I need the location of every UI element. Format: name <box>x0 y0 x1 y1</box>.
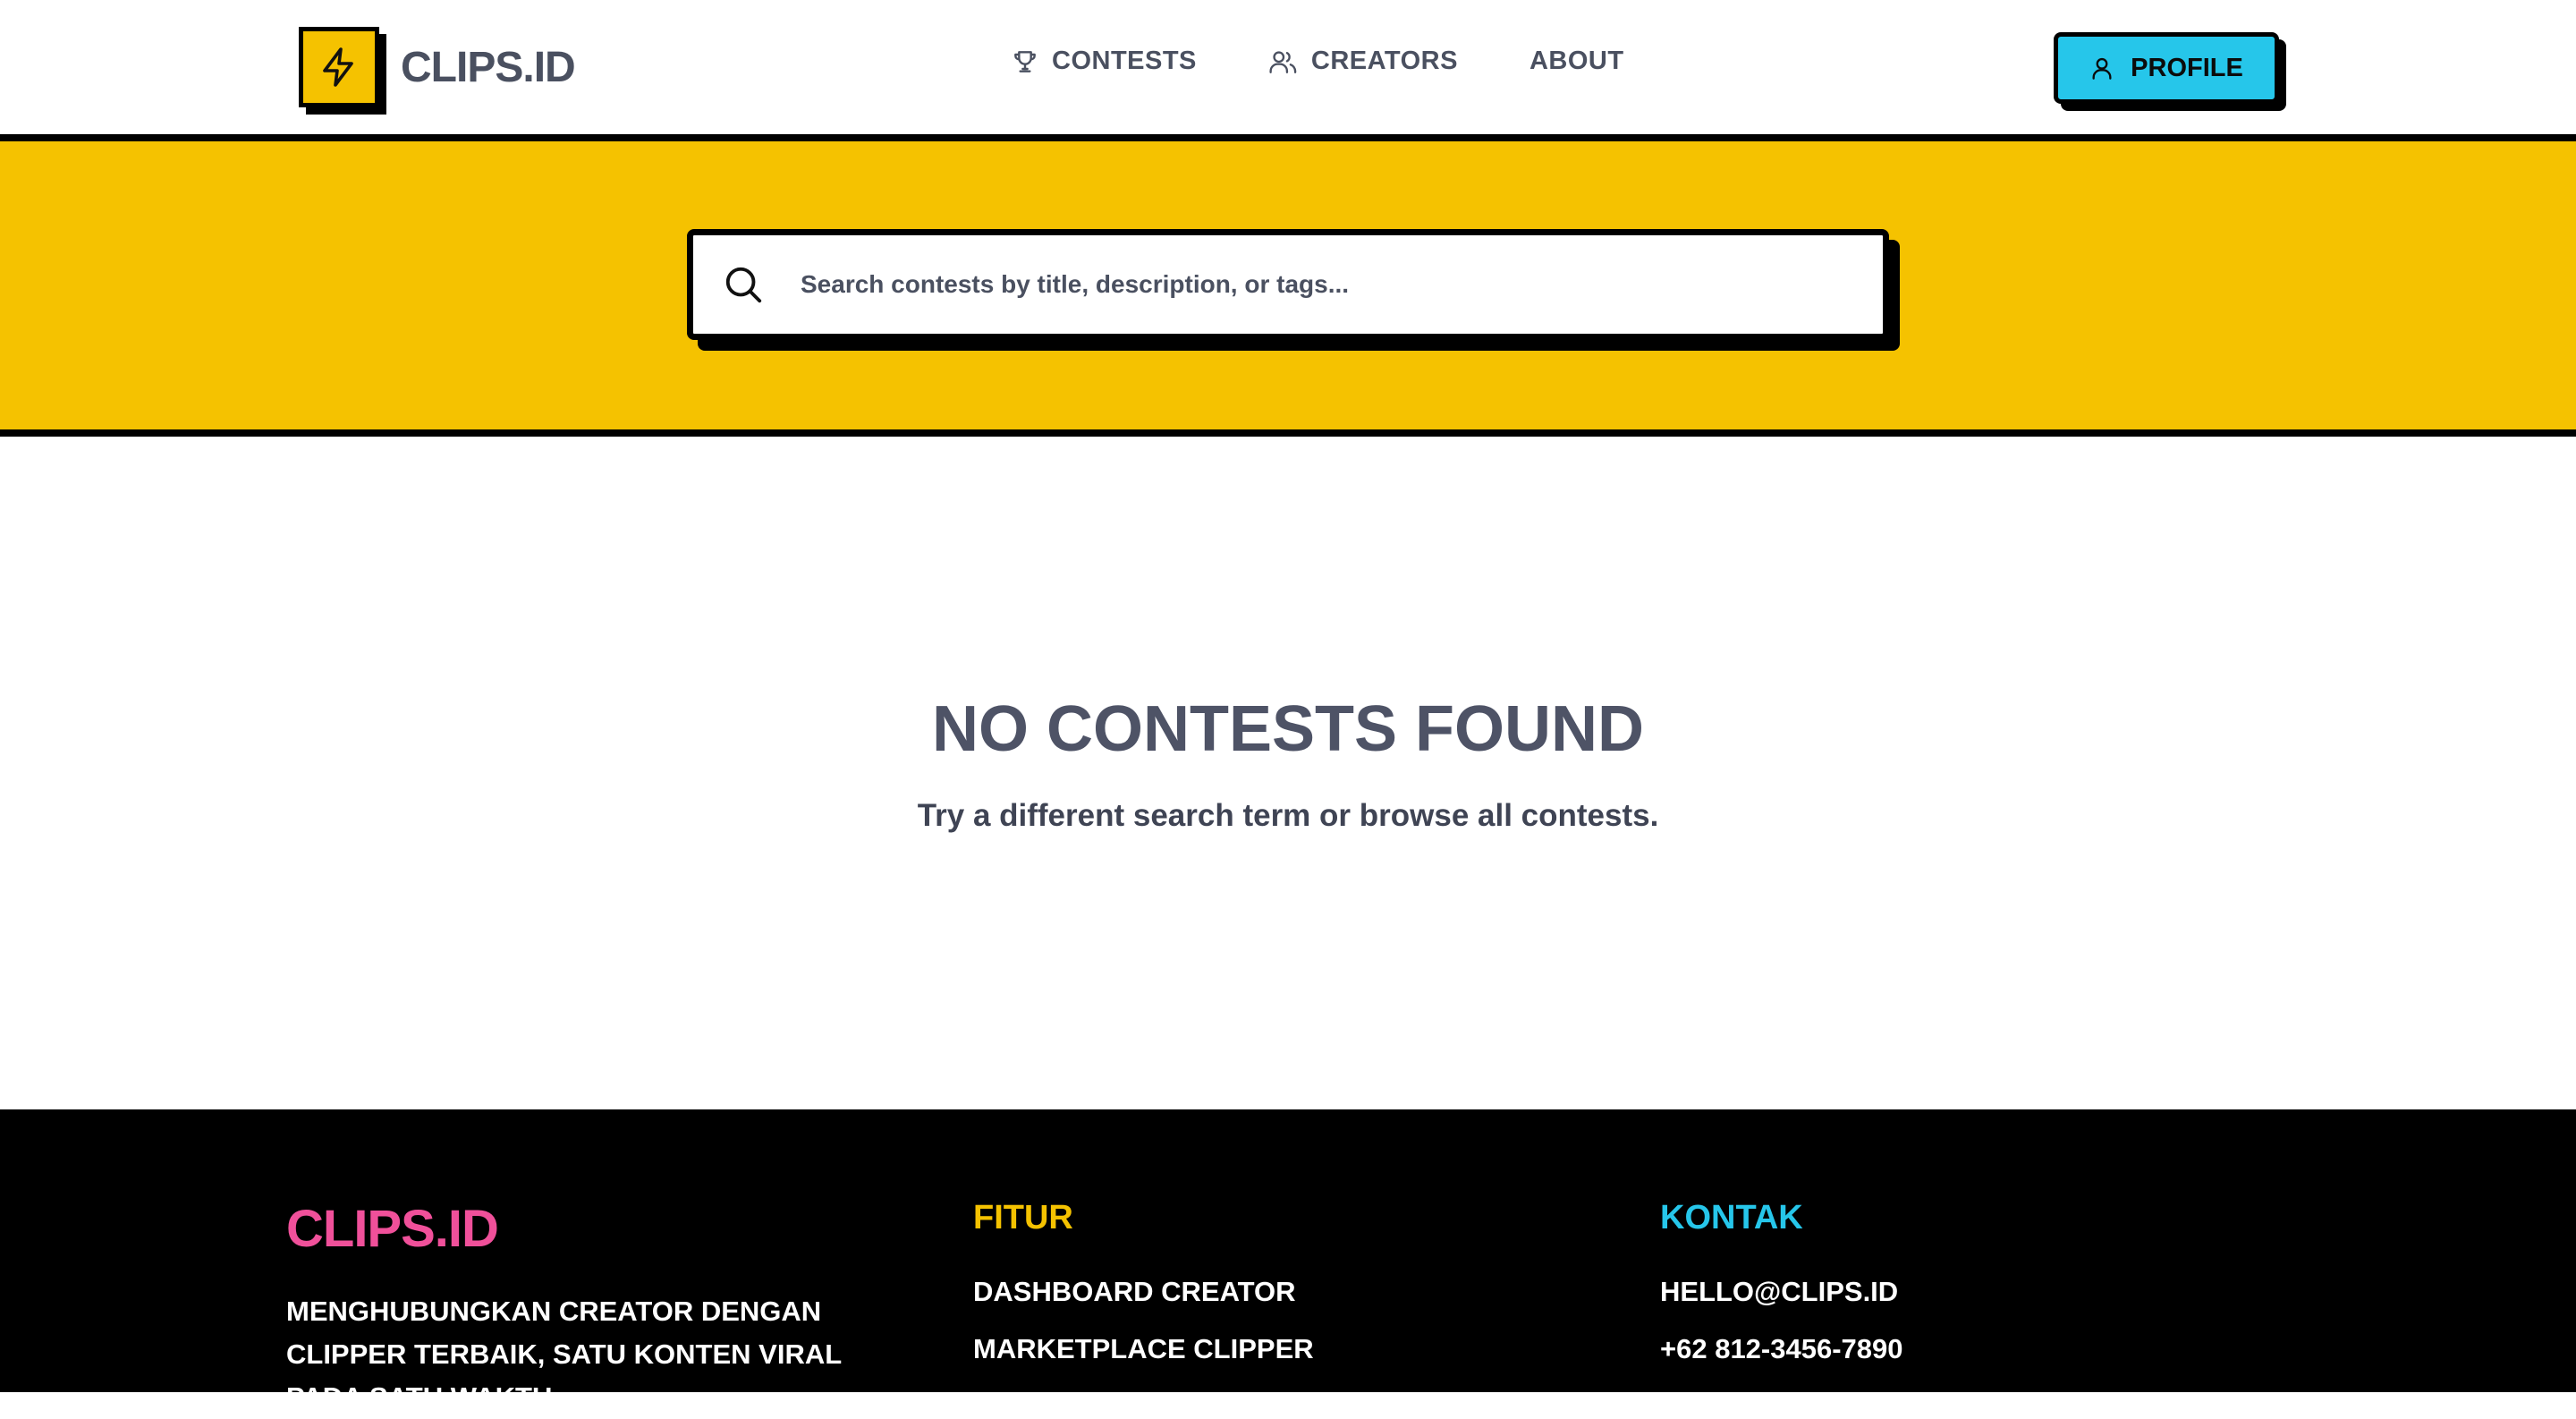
search-input[interactable] <box>799 269 1854 300</box>
trophy-icon <box>1014 50 1036 72</box>
logo-link[interactable]: CLIPS.ID <box>299 27 576 107</box>
footer-brand: CLIPS.ID <box>286 1200 499 1258</box>
search-icon <box>722 263 765 306</box>
footer-link-phone[interactable]: +62 812-3456-7890 <box>1660 1333 1903 1365</box>
nav-label-contests: CONTESTS <box>1052 47 1197 75</box>
footer-link-marketplace-clipper[interactable]: MARKETPLACE CLIPPER <box>973 1333 1314 1365</box>
logo-text: CLIPS.ID <box>401 43 576 91</box>
footer-link-dashboard-creator[interactable]: DASHBOARD CREATOR <box>973 1276 1296 1308</box>
contest-results: NO CONTESTS FOUND Try a different search… <box>0 444 2576 1109</box>
nav-item-about[interactable]: ABOUT <box>1530 47 1624 76</box>
footer-heading-kontak: KONTAK <box>1660 1199 1803 1236</box>
nav-label-creators: CREATORS <box>1310 47 1458 75</box>
search-bar <box>687 229 1889 340</box>
user-icon <box>2092 57 2112 80</box>
empty-state-title: NO CONTESTS FOUND <box>931 693 1644 765</box>
footer-heading-fitur: FITUR <box>973 1199 1073 1236</box>
profile-button-label: PROFILE <box>2131 53 2243 82</box>
empty-state-subtitle: Try a different search term or browse al… <box>917 798 1659 833</box>
nav-item-contests[interactable]: CONTESTS <box>1011 47 1197 76</box>
lightning-icon <box>299 27 379 107</box>
footer-tagline: MENGHUBUNGKAN CREATOR DENGAN CLIPPER TER… <box>286 1296 842 1413</box>
main-nav: CONTESTS CREATORS ABOUT <box>1011 47 1696 76</box>
top-navbar: CLIPS.ID CONTESTS CREATORS ABOUT PROFILE <box>0 0 2576 141</box>
profile-button[interactable]: PROFILE <box>2054 32 2279 104</box>
footer-link-email[interactable]: HELLO@CLIPS.ID <box>1660 1276 1898 1308</box>
search-banner <box>0 141 2576 437</box>
nav-item-creators[interactable]: CREATORS <box>1268 47 1458 76</box>
nav-label-about: ABOUT <box>1529 47 1624 75</box>
footer: CLIPS.ID MENGHUBUNGKAN CREATOR DENGAN CL… <box>0 1109 2576 1413</box>
users-icon <box>1269 50 1297 73</box>
